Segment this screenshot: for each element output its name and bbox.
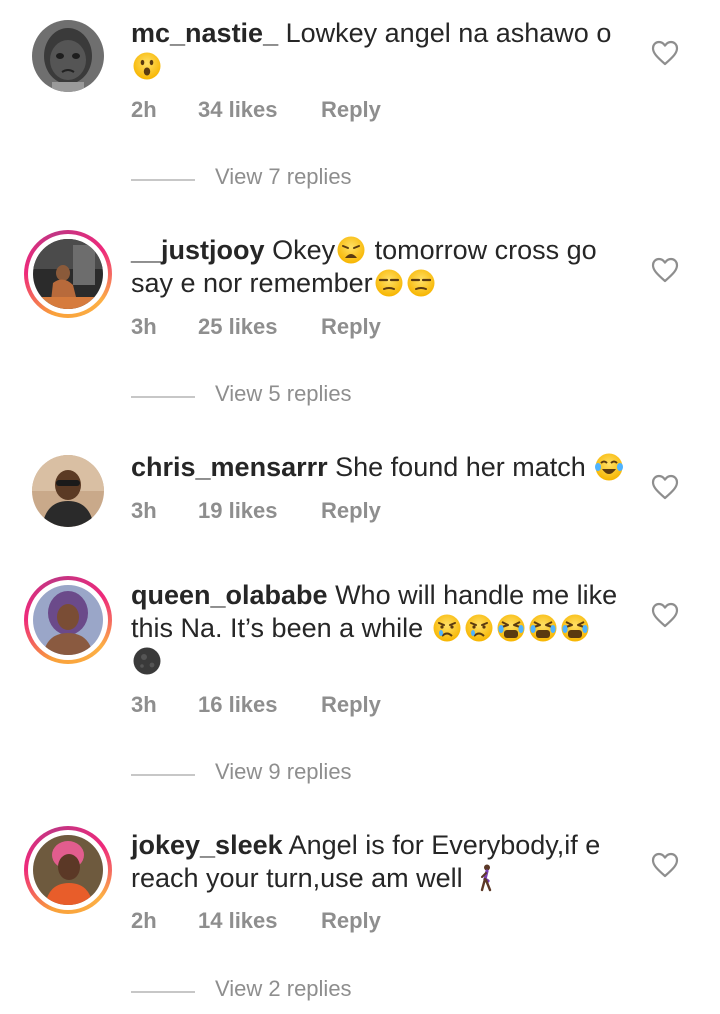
reply-button[interactable]: Reply bbox=[321, 314, 381, 340]
crying-face-emoji bbox=[464, 613, 494, 643]
likes-count[interactable]: 19 likes bbox=[198, 498, 321, 524]
reply-button[interactable]: Reply bbox=[321, 97, 381, 123]
avatar bbox=[33, 585, 103, 655]
heart-outline-icon[interactable] bbox=[651, 40, 679, 66]
avatar-story-ring[interactable] bbox=[24, 576, 112, 664]
divider-line bbox=[131, 396, 195, 398]
weary-face-emoji bbox=[336, 235, 366, 265]
reply-button[interactable]: Reply bbox=[321, 692, 381, 718]
comment-text: chris_mensarrr She found her match bbox=[131, 451, 631, 484]
comment-meta: 3h 25 likes Reply bbox=[131, 314, 381, 340]
comment-text: jokey_sleek Angel is for Everybody,if e … bbox=[131, 829, 631, 895]
comment-time: 2h bbox=[131, 908, 157, 933]
likes-count[interactable]: 34 likes bbox=[198, 97, 321, 123]
likes-count[interactable]: 14 likes bbox=[198, 908, 321, 934]
reply-button[interactable]: Reply bbox=[321, 498, 381, 524]
comment-body: Lowkey angel na ashawo o bbox=[285, 18, 612, 48]
new-moon-face-emoji bbox=[132, 646, 162, 676]
divider-line bbox=[131, 179, 195, 181]
avatar-story-ring[interactable] bbox=[24, 826, 112, 914]
divider-line bbox=[131, 774, 195, 776]
comment-text: __justjooy Okey tomorrow cross go say e … bbox=[131, 234, 631, 300]
comment-meta: 2h 14 likes Reply bbox=[131, 908, 381, 934]
person-walking-emoji bbox=[471, 863, 501, 893]
comment-username[interactable]: queen_olababe bbox=[131, 580, 328, 610]
comment-meta: 3h 16 likes Reply bbox=[131, 692, 381, 718]
view-replies-label[interactable]: View 7 replies bbox=[215, 164, 352, 190]
likes-count[interactable]: 16 likes bbox=[198, 692, 321, 718]
heart-outline-icon[interactable] bbox=[651, 474, 679, 500]
avatar[interactable] bbox=[32, 20, 104, 92]
view-replies-label[interactable]: View 5 replies bbox=[215, 381, 352, 407]
comment-username[interactable]: chris_mensarrr bbox=[131, 452, 328, 482]
comment-body: Okey bbox=[272, 235, 336, 265]
comment-meta: 2h 34 likes Reply bbox=[131, 97, 381, 123]
view-replies-label[interactable]: View 9 replies bbox=[215, 759, 352, 785]
heart-outline-icon[interactable] bbox=[651, 257, 679, 283]
surprised-face-emoji bbox=[132, 51, 162, 81]
comment-username[interactable]: jokey_sleek bbox=[131, 830, 283, 860]
comment-meta: 3h 19 likes Reply bbox=[131, 498, 381, 524]
comment-username[interactable]: __justjooy bbox=[131, 235, 265, 265]
reply-button[interactable]: Reply bbox=[321, 908, 381, 934]
comment-text: queen_olababe Who will handle me like th… bbox=[131, 579, 631, 678]
likes-count[interactable]: 25 likes bbox=[198, 314, 321, 340]
heart-outline-icon[interactable] bbox=[651, 852, 679, 878]
view-replies-label[interactable]: View 2 replies bbox=[215, 976, 352, 1002]
unamused-face-emoji bbox=[374, 268, 404, 298]
heart-outline-icon[interactable] bbox=[651, 602, 679, 628]
comment-time: 3h bbox=[131, 498, 157, 523]
comment-text: mc_nastie_ Lowkey angel na ashawo o bbox=[131, 17, 631, 83]
comment-time: 3h bbox=[131, 692, 157, 717]
tired-face-emoji bbox=[560, 613, 590, 643]
avatar-story-ring[interactable] bbox=[24, 230, 112, 318]
tears-of-joy-emoji bbox=[594, 452, 624, 482]
avatar bbox=[33, 835, 103, 905]
divider-line bbox=[131, 991, 195, 993]
avatar bbox=[33, 239, 103, 309]
comment-time: 3h bbox=[131, 314, 157, 339]
tired-face-emoji bbox=[528, 613, 558, 643]
comment-username[interactable]: mc_nastie_ bbox=[131, 18, 278, 48]
unamused-face-emoji bbox=[406, 268, 436, 298]
avatar[interactable] bbox=[32, 455, 104, 527]
crying-face-emoji bbox=[432, 613, 462, 643]
comment-body: She found her match bbox=[335, 452, 586, 482]
tired-face-emoji bbox=[496, 613, 526, 643]
comment-time: 2h bbox=[131, 97, 157, 122]
